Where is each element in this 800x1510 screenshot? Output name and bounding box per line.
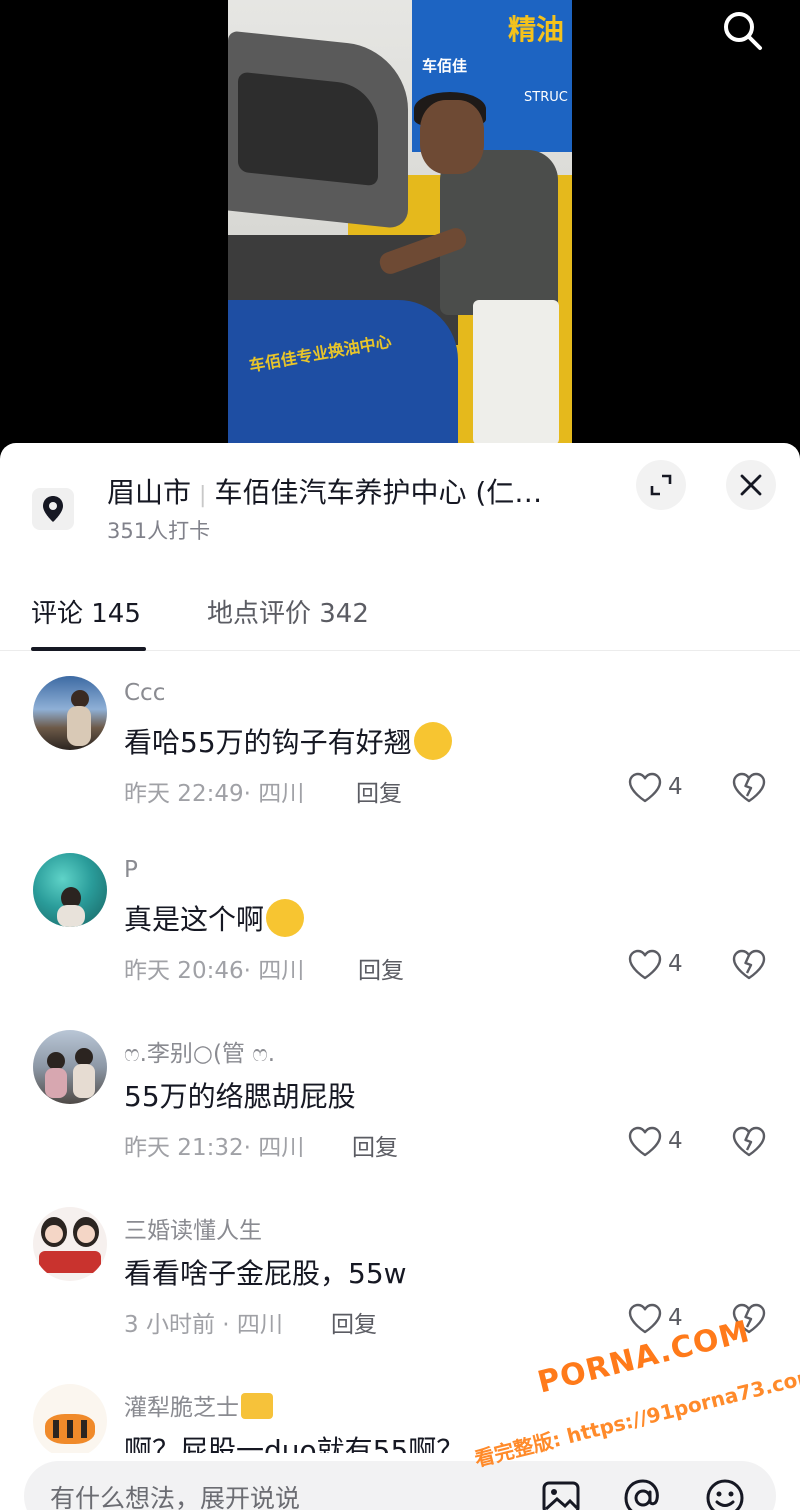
comment-username[interactable]: Ccc: [124, 680, 165, 706]
dislike-button[interactable]: [732, 1126, 766, 1160]
crying-face-emoji-icon: [266, 899, 305, 937]
comment-item: P 真是这个啊 昨天 20:46· 四川 回复 4: [0, 849, 800, 1026]
emoji-icon: [706, 1479, 744, 1510]
heart-icon: [628, 1126, 662, 1157]
image-button[interactable]: [540, 1477, 582, 1510]
avatar[interactable]: [33, 1030, 107, 1104]
like-count: 4: [668, 1128, 683, 1154]
reply-button[interactable]: 回复: [356, 774, 402, 808]
sign-brand: 车佰佳: [422, 57, 468, 75]
tab-comments[interactable]: 评论 145: [31, 593, 141, 630]
avatar[interactable]: [33, 1384, 107, 1458]
comment-username[interactable]: 三婚读懂人生: [124, 1211, 262, 1245]
cover-text: 车佰佳专业换油中心: [247, 331, 393, 376]
comment-username[interactable]: P: [124, 857, 138, 883]
close-button[interactable]: [726, 460, 776, 510]
reply-button[interactable]: 回复: [358, 951, 404, 985]
heart-icon: [628, 949, 662, 980]
like-count: 4: [668, 1305, 683, 1331]
expand-icon: [650, 474, 672, 496]
dislike-button[interactable]: [732, 772, 766, 806]
comment-time-location: 昨天 22:49· 四川: [124, 781, 305, 807]
location-title[interactable]: 眉山市 | 车佰佳汽车养护中心 (仁…: [107, 471, 577, 511]
video-player[interactable]: 车佰佳 精油 STRUC 车佰佳专业换油中心: [0, 0, 800, 450]
location-separator: |: [199, 483, 207, 508]
comment-text: 真是这个啊: [124, 898, 305, 940]
comment-input-placeholder: 有什么想法，展开说说: [50, 1484, 301, 1510]
comment-username[interactable]: 灌犁脆芝士: [124, 1388, 273, 1422]
at-icon: [624, 1479, 659, 1510]
comment-time-location: 昨天 20:46· 四川: [124, 958, 305, 984]
comment-text: 看看啥子金屁股，55w: [124, 1257, 407, 1290]
active-tab-indicator: [31, 647, 146, 651]
comment-username[interactable]: ෆ.李别○(管 ෆ.: [124, 1034, 275, 1068]
video-frame: 车佰佳 精油 STRUC 车佰佳专业换油中心: [228, 0, 572, 445]
peeking-face-emoji-icon: [413, 722, 452, 760]
tab-bar: 评论 145 地点评价 342: [0, 581, 800, 651]
sign-big-text: 精油: [508, 13, 565, 46]
location-place: 车佰佳汽车养护中心 (仁…: [214, 476, 543, 509]
dislike-button[interactable]: [732, 949, 766, 983]
tab-place-reviews[interactable]: 地点评价 342: [207, 593, 369, 630]
avatar[interactable]: [33, 853, 107, 927]
expand-button[interactable]: [636, 460, 686, 510]
comment-input-bar: 有什么想法，展开说说: [0, 1453, 800, 1510]
heart-icon: [628, 1303, 662, 1334]
location-pin-icon: [32, 488, 74, 530]
broken-heart-icon: [732, 772, 766, 803]
emoji-button[interactable]: [704, 1477, 746, 1510]
mention-button[interactable]: [622, 1477, 664, 1510]
broken-heart-icon: [732, 949, 766, 980]
comment-input[interactable]: 有什么想法，展开说说: [24, 1461, 776, 1510]
broken-heart-icon: [732, 1126, 766, 1157]
close-icon: [740, 474, 762, 496]
broken-heart-icon: [732, 1303, 766, 1334]
like-count: 4: [668, 774, 683, 800]
comment-time-location: 3 小时前 · 四川: [124, 1312, 283, 1338]
search-button[interactable]: [718, 6, 766, 54]
like-button[interactable]: 4: [628, 949, 698, 985]
search-icon: [724, 12, 762, 50]
like-button[interactable]: 4: [628, 1303, 698, 1339]
heart-icon: [628, 772, 662, 803]
like-button[interactable]: 4: [628, 1126, 698, 1162]
reply-button[interactable]: 回复: [352, 1128, 398, 1162]
comment-item: Ccc 看哈55万的钩子有好翘 昨天 22:49· 四川 回复 4: [0, 672, 800, 849]
cheese-emoji-icon: [241, 1392, 273, 1419]
avatar[interactable]: [33, 1207, 107, 1281]
checkin-count: 351人打卡: [107, 519, 211, 543]
comment-item: 三婚读懂人生 看看啥子金屁股，55w 3 小时前 · 四川 回复 4: [0, 1203, 800, 1380]
comment-time-location: 昨天 21:32· 四川: [124, 1135, 305, 1161]
avatar[interactable]: [33, 676, 107, 750]
dislike-button[interactable]: [732, 1303, 766, 1337]
image-icon: [542, 1481, 580, 1510]
like-button[interactable]: 4: [628, 772, 698, 808]
screen: 车佰佳 精油 STRUC 车佰佳专业换油中心 眉山市 | 车佰佳汽车养护中心 (…: [0, 0, 800, 1510]
like-count: 4: [668, 951, 683, 977]
reply-button[interactable]: 回复: [331, 1305, 377, 1339]
comment-text: 55万的络腮胡屁股: [124, 1080, 356, 1113]
fender-cover: 车佰佳专业换油中心: [228, 300, 458, 445]
comment-item: ෆ.李别○(管 ෆ. 55万的络腮胡屁股 昨天 21:32· 四川 回复 4: [0, 1026, 800, 1203]
comment-sheet: 眉山市 | 车佰佳汽车养护中心 (仁… 351人打卡 评论 145 地点评价 342: [0, 443, 800, 1510]
location-city: 眉山市: [107, 476, 192, 509]
comment-text: 看哈55万的钩子有好翘: [124, 721, 452, 763]
sign-struct-text: STRUC: [524, 90, 568, 105]
